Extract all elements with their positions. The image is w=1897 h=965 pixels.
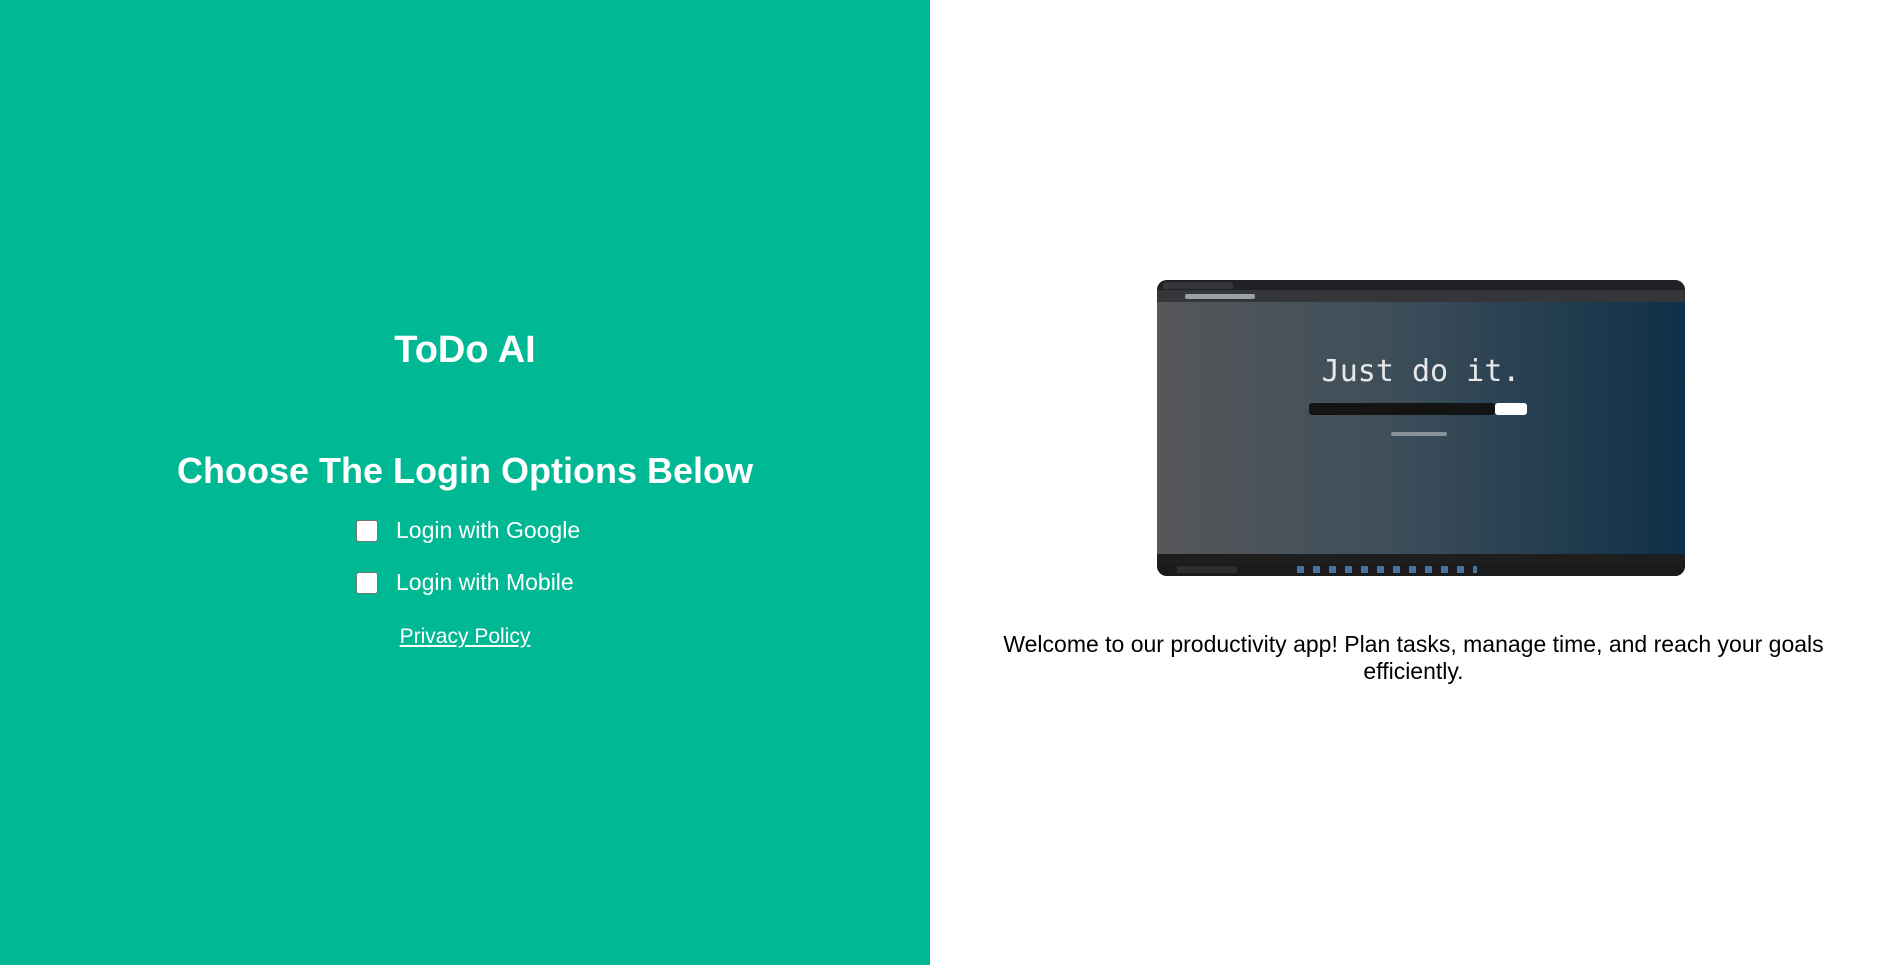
google-option-label: Login with Google bbox=[396, 517, 581, 543]
app-title: ToDo AI bbox=[394, 329, 536, 371]
login-options-heading: Choose The Login Options Below bbox=[177, 450, 753, 491]
preview-task-input bbox=[1309, 403, 1495, 415]
preview-app-body: Just do it. bbox=[1157, 302, 1685, 554]
preview-browser-tabbar bbox=[1157, 280, 1685, 290]
login-panel: ToDo AI Choose The Login Options Below L… bbox=[0, 0, 930, 965]
preview-submit-button bbox=[1495, 403, 1527, 415]
preview-url-text bbox=[1185, 293, 1255, 299]
mobile-checkbox[interactable] bbox=[356, 571, 378, 594]
login-page: ToDo AI Choose The Login Options Below L… bbox=[0, 0, 1897, 965]
google-checkbox[interactable] bbox=[356, 519, 378, 542]
preview-taskbar-icons bbox=[1297, 566, 1477, 573]
login-google-option[interactable]: Login with Google bbox=[356, 517, 580, 544]
app-preview-image: Just do it. bbox=[1157, 280, 1685, 576]
welcome-message: Welcome to our productivity app! Plan ta… bbox=[1003, 631, 1824, 684]
preview-headline: Just do it. bbox=[1321, 354, 1521, 389]
login-mobile-option[interactable]: Login with Mobile bbox=[356, 569, 574, 596]
preview-taskbar-search bbox=[1177, 566, 1237, 573]
preview-browser-tab bbox=[1163, 281, 1233, 289]
info-panel: Just do it. Welcome to our productivity … bbox=[930, 0, 1897, 965]
preview-address-bar bbox=[1157, 290, 1685, 302]
privacy-policy-link[interactable]: Privacy Policy bbox=[0, 625, 930, 649]
preview-taskbar bbox=[1157, 563, 1685, 576]
mobile-option-label: Login with Mobile bbox=[396, 569, 574, 595]
preview-date-text bbox=[1391, 432, 1447, 436]
